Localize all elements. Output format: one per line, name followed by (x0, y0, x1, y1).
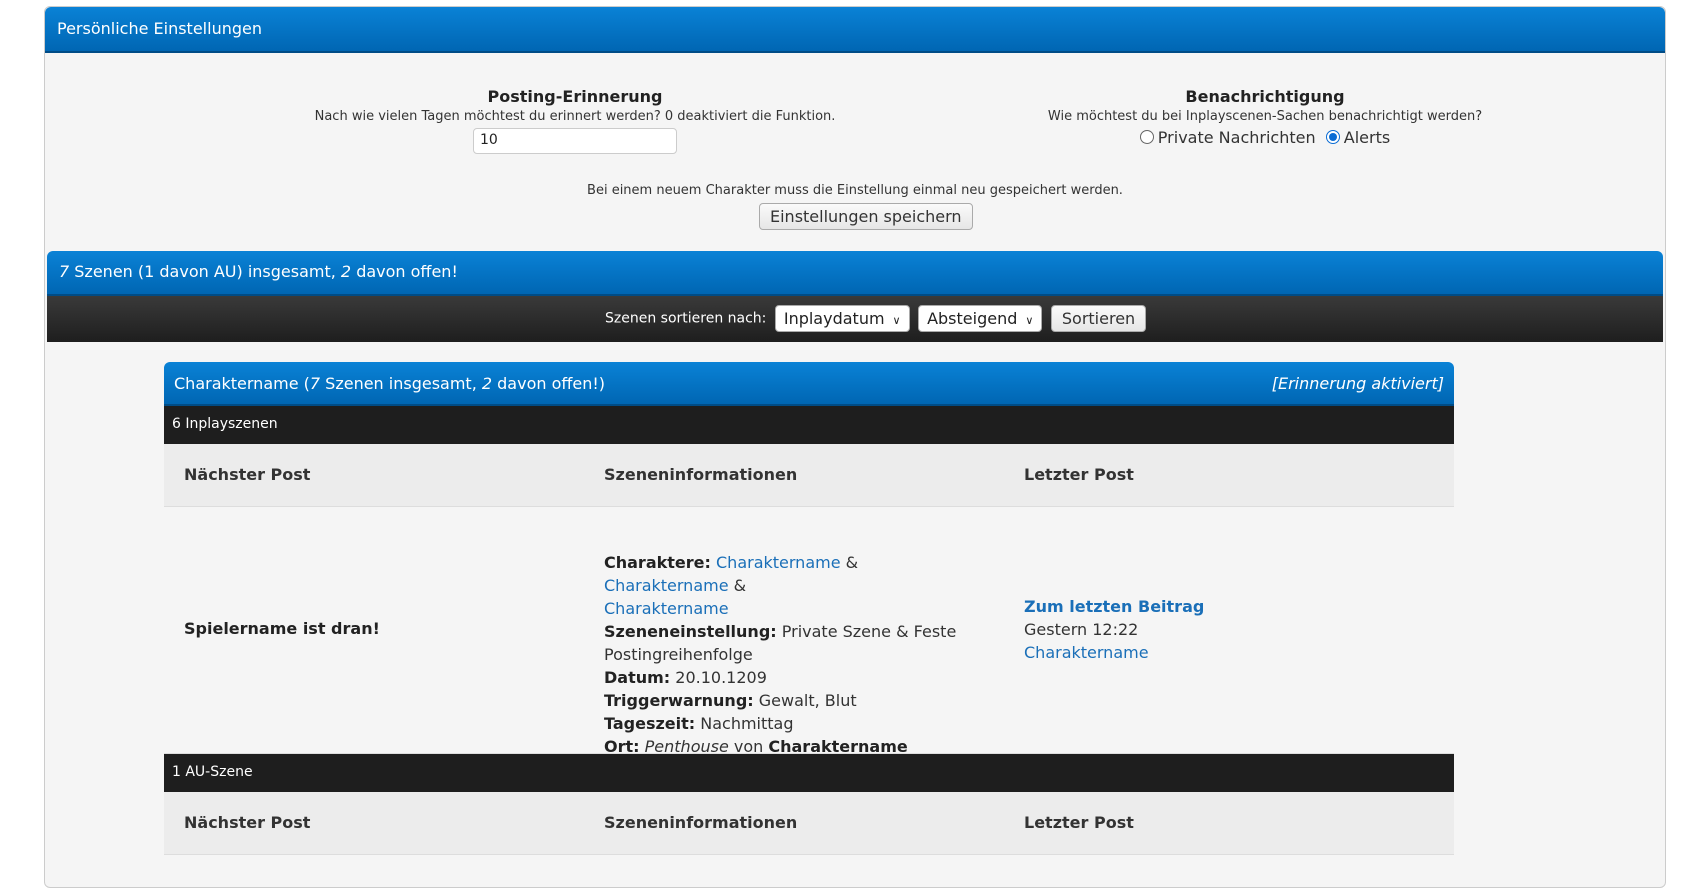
setting-label: Szeneneinstellung: (604, 622, 777, 641)
character-total: 7 (309, 374, 321, 393)
save-settings-button[interactable]: Einstellungen speichern (759, 203, 973, 230)
character-open: 2 (481, 374, 493, 393)
col-scene-info: Szeneninformationen (604, 465, 798, 484)
character-header-text: davon offen!) (492, 374, 606, 393)
sort-order-select[interactable]: Absteigend ∨ (918, 305, 1043, 332)
radio-alerts-label[interactable]: Alerts (1344, 128, 1390, 147)
settings-note: Bei einem neuem Charakter muss die Einst… (587, 183, 1123, 198)
col-last-post: Letzter Post (1024, 465, 1134, 484)
summary-text-end: davon offen! (351, 262, 458, 281)
chars-label: Charaktere: (604, 553, 711, 572)
place-value: Penthouse (644, 737, 729, 756)
character-link-1[interactable]: Charaktername (716, 553, 841, 572)
amp: & (728, 576, 747, 595)
time-value: Nachmittag (695, 714, 794, 733)
next-player: Spielername ist dran! (184, 619, 380, 638)
col-next-post: Nächster Post (184, 813, 311, 832)
sort-field-select[interactable]: Inplaydatum ∨ (774, 305, 910, 332)
notification-title: Benachrichtigung (1185, 87, 1345, 106)
chevron-down-icon: ∨ (892, 314, 901, 327)
place-von: von (728, 737, 769, 756)
character-header: Charaktername (7 Szenen insgesamt, 2 dav… (164, 362, 1454, 406)
summary-text: Szenen (1 davon AU) insgesamt, (69, 262, 341, 281)
notification-section: Benachrichtigung Wie möchtest du bei Inp… (865, 87, 1665, 147)
au-scenes-header: 1 AU-Szene (164, 754, 1454, 792)
place-label: Ort: (604, 737, 640, 756)
place-owner: Charaktername (768, 737, 908, 756)
last-post-link[interactable]: Zum letzten Beitrag (1024, 597, 1204, 616)
table-header: Nächster Post Szeneninformationen Letzte… (164, 444, 1454, 507)
settings-panel: Posting-Erinnerung Nach wie vielen Tagen… (45, 53, 1665, 253)
character-name: Charaktername (174, 374, 299, 393)
character-header-text: Szenen insgesamt, (320, 374, 482, 393)
radio-private-messages-label[interactable]: Private Nachrichten (1158, 128, 1316, 147)
last-post-author-link[interactable]: Charaktername (1024, 643, 1149, 662)
date-value: 20.10.1209 (670, 668, 767, 687)
amp: & (840, 553, 859, 572)
col-scene-info: Szeneninformationen (604, 813, 798, 832)
last-post: Zum letzten Beitrag Gestern 12:22 Charak… (1024, 595, 1204, 664)
character-link-2[interactable]: Charaktername (604, 576, 729, 595)
scene-info: Charaktere: Charaktername & Charakternam… (604, 551, 984, 758)
character-box: Charaktername (7 Szenen insgesamt, 2 dav… (164, 362, 1454, 882)
notification-options: Private Nachrichten Alerts (865, 128, 1665, 147)
trigger-label: Triggerwarnung: (604, 691, 754, 710)
sort-bar: Szenen sortieren nach: Inplaydatum ∨ Abst… (47, 296, 1663, 342)
table-header: Nächster Post Szeneninformationen Letzte… (164, 792, 1454, 855)
col-last-post: Letzter Post (1024, 813, 1134, 832)
radio-private-messages[interactable] (1139, 130, 1154, 144)
sort-label: Szenen sortieren nach: (605, 310, 767, 327)
reminder-days-input[interactable]: 10 (473, 128, 677, 154)
summary-total: 7 (59, 262, 70, 281)
sort-button[interactable]: Sortieren (1050, 305, 1147, 332)
summary-open: 2 (340, 262, 352, 281)
last-post-time: Gestern 12:22 (1024, 620, 1139, 639)
character-link-3[interactable]: Charaktername (604, 599, 729, 618)
inplay-scenes-header: 6 Inplayszenen (164, 406, 1454, 444)
scene-summary-bar: 7 Szenen (1 davon AU) insgesamt, 2 davon… (47, 251, 1663, 296)
notification-desc: Wie möchtest du bei Inplayscenen-Sachen … (1047, 109, 1483, 124)
chevron-down-icon: ∨ (1025, 314, 1034, 327)
reminder-status: [Erinnerung aktiviert] (1271, 374, 1444, 393)
date-label: Datum: (604, 668, 671, 687)
sort-order-value: Absteigend (927, 309, 1018, 328)
posting-reminder-section: Posting-Erinnerung Nach wie vielen Tagen… (175, 87, 975, 154)
col-next-post: Nächster Post (184, 465, 311, 484)
time-label: Tageszeit: (604, 714, 696, 733)
character-header-text: ( (298, 374, 310, 393)
trigger-value: Gewalt, Blut (753, 691, 857, 710)
posting-reminder-desc: Nach wie vielen Tagen möchtest du erinne… (314, 109, 836, 124)
posting-reminder-title: Posting-Erinnerung (487, 87, 663, 106)
table-row: Spielername ist dran! Charaktere: Charak… (164, 507, 1454, 756)
sort-field-value: Inplaydatum (783, 309, 885, 328)
radio-alerts[interactable] (1325, 130, 1340, 144)
settings-header: Persönliche Einstellungen (45, 7, 1665, 53)
